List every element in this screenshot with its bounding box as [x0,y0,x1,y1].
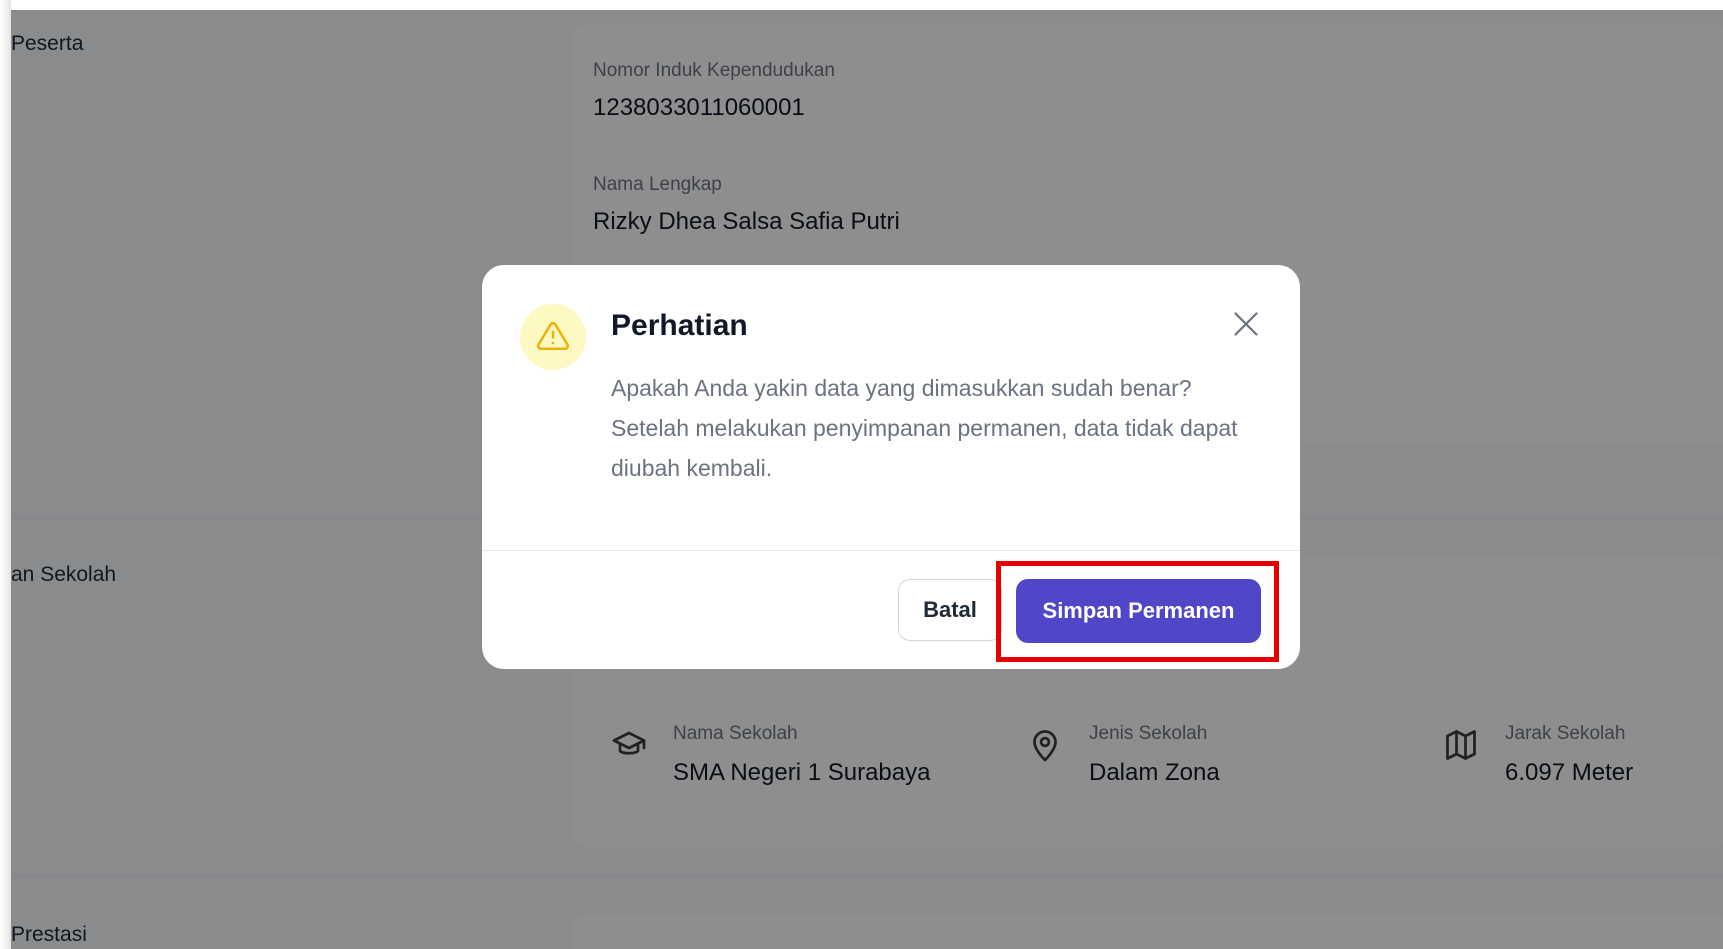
dialog-title: Perhatian [611,309,748,342]
dialog-footer-divider [482,550,1300,551]
close-icon [1234,312,1258,336]
left-edge [0,0,11,949]
close-button[interactable] [1228,306,1264,342]
top-strip [0,0,1723,10]
cancel-button[interactable]: Batal [898,579,1002,641]
dialog-message: Apakah Anda yakin data yang dimasukkan s… [611,375,1238,481]
warning-icon [536,321,570,351]
warning-badge [520,304,586,370]
save-permanent-button[interactable]: Simpan Permanen [1016,579,1261,643]
confirm-dialog: Perhatian Apakah Anda yakin data yang di… [482,265,1300,669]
